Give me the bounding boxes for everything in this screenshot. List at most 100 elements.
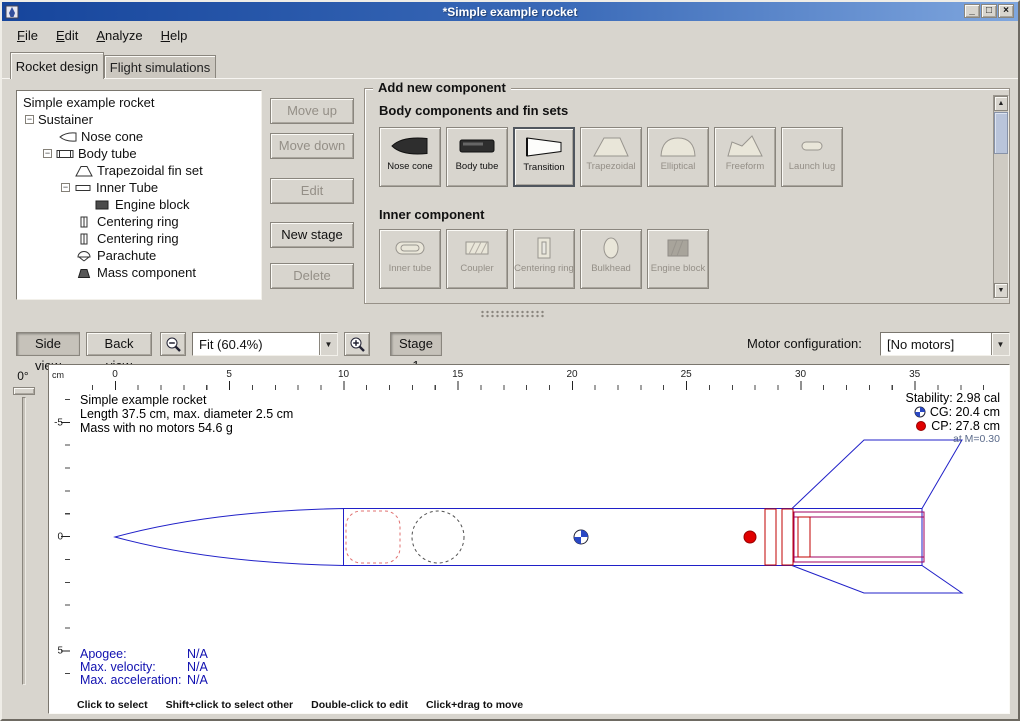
tree-item-engine-block[interactable]: Engine block [17,196,261,213]
menu-bar: File Edit Analyze Help [2,23,1018,47]
add-coupler-button[interactable]: Coupler [446,229,508,289]
inner-tube-shape[interactable] [794,512,924,562]
engine-block-shape[interactable] [798,517,810,557]
splitter-handle[interactable] [480,310,544,318]
centering-ring-shape[interactable] [782,509,793,565]
fin-upper-shape[interactable] [792,440,962,509]
ruler-unit-label: cm [52,370,64,380]
h-ruler-label: 35 [909,369,920,380]
scroll-down-icon[interactable]: ▼ [994,283,1008,298]
tree-item-parachute[interactable]: Parachute [17,247,261,264]
add-bulkhead-button[interactable]: Bulkhead [580,229,642,289]
centering-ring-icon [524,235,564,261]
component-tree[interactable]: Simple example rocket − Sustainer Nose c… [16,90,262,300]
max-velocity-value: N/A [187,660,208,674]
hint-shift-click: Shift+click to select other [166,699,294,711]
tree-item-body-tube[interactable]: − Body tube [17,145,261,162]
back-view-button[interactable]: Back view [86,332,152,356]
freeform-fin-icon [725,133,765,159]
rotation-slider-track[interactable] [22,397,26,685]
apogee-label: Apogee: [80,647,127,661]
menu-help[interactable]: Help [152,25,197,46]
move-up-button[interactable]: Move up [270,98,354,124]
horizontal-ruler: 0 5 10 15 20 25 30 35 [70,368,1008,390]
max-acceleration-value: N/A [187,673,208,687]
tree-item-rocket[interactable]: Simple example rocket [17,94,261,111]
rocket-drawing[interactable] [70,390,1010,690]
nose-cone-shape[interactable] [115,509,344,566]
minimize-button[interactable]: _ [964,4,980,18]
tree-item-sustainer[interactable]: − Sustainer [17,111,261,128]
v-ruler-label: 5 [57,646,63,657]
add-nose-cone-button[interactable]: Nose cone [379,127,441,187]
collapse-icon[interactable]: − [61,183,70,192]
cg-symbol [574,530,588,544]
openrocket-window: *Simple example rocket _ □ × File Edit A… [0,0,1020,721]
tab-flight-simulations[interactable]: Flight simulations [104,55,216,78]
zoom-level-combo[interactable]: Fit (60.4%) ▼ [192,332,338,356]
motor-configuration-value: [No motors] [881,337,991,352]
tree-item-nose-cone[interactable]: Nose cone [17,128,261,145]
tree-item-inner-tube[interactable]: − Inner Tube [17,179,261,196]
close-button[interactable]: × [998,4,1014,18]
centering-ring-icon [75,216,93,228]
zoom-in-button[interactable] [344,332,370,356]
add-engine-block-button[interactable]: Engine block [647,229,709,289]
maximize-button[interactable]: □ [981,4,997,18]
collapse-icon[interactable]: − [43,149,52,158]
motor-configuration-combo[interactable]: [No motors] ▼ [880,332,1010,356]
component-scrollbar[interactable]: ▲ ▼ [993,95,1009,299]
add-transition-button[interactable]: Transition [513,127,575,187]
chevron-down-icon[interactable]: ▼ [319,333,337,355]
rotation-slider-thumb[interactable] [13,387,35,395]
parachute-shape[interactable] [346,511,400,563]
tree-item-centering-ring-2[interactable]: Centering ring [17,230,261,247]
add-body-tube-button[interactable]: Body tube [446,127,508,187]
max-velocity-label: Max. velocity: [80,660,156,674]
menu-file[interactable]: File [8,25,47,46]
title-bar[interactable]: *Simple example rocket _ □ × [2,2,1018,21]
new-stage-button[interactable]: New stage [270,222,354,248]
fin-lower-shape[interactable] [792,566,962,594]
add-freeform-fin-button[interactable]: Freeform [714,127,776,187]
chevron-down-icon[interactable]: ▼ [991,333,1009,355]
rotation-angle-label: 0° [8,369,38,383]
collapse-icon[interactable]: − [25,115,34,124]
add-trapezoidal-fin-button[interactable]: Trapezoidal [580,127,642,187]
tree-item-centering-ring-1[interactable]: Centering ring [17,213,261,230]
add-centering-ring-button[interactable]: Centering ring [513,229,575,289]
tab-divider [2,78,1018,79]
nosecone-icon [59,131,77,143]
inner-tube-icon [74,182,92,194]
motor-configuration-label: Motor configuration: [747,336,862,351]
h-ruler-major-ticks [115,381,917,390]
edit-button[interactable]: Edit [270,178,354,204]
scrollbar-thumb[interactable] [994,112,1008,154]
scroll-up-icon[interactable]: ▲ [994,96,1008,111]
vertical-ruler: -5 0 5 [50,390,70,690]
cp-symbol [744,531,756,543]
mass-icon [75,267,93,279]
add-inner-tube-button[interactable]: Inner tube [379,229,441,289]
section-inner-component: Inner component [379,207,484,222]
app-icon[interactable] [5,5,19,19]
tab-rocket-design[interactable]: Rocket design [10,52,104,79]
tree-item-mass-component[interactable]: Mass component [17,264,261,281]
cg-legend: CG: 20.4 cm [914,405,1000,419]
stage-1-toggle[interactable]: Stage 1 [390,332,442,356]
delete-button[interactable]: Delete [270,263,354,289]
add-launch-lug-button[interactable]: Launch lug [781,127,843,187]
centering-ring-shape[interactable] [765,509,776,565]
zoom-out-button[interactable] [160,332,186,356]
tree-item-trapezoidal-fin-set[interactable]: Trapezoidal fin set [17,162,261,179]
cp-legend: CP: 27.8 cm [915,419,1000,433]
menu-analyze[interactable]: Analyze [87,25,151,46]
coupler-icon [457,235,497,261]
zoom-level-value: Fit (60.4%) [193,337,319,352]
magnifier-plus-icon [349,336,366,353]
side-view-button[interactable]: Side view [16,332,80,356]
menu-edit[interactable]: Edit [47,25,87,46]
add-elliptical-fin-button[interactable]: Elliptical [647,127,709,187]
mass-component-shape[interactable] [412,511,464,563]
move-down-button[interactable]: Move down [270,133,354,159]
